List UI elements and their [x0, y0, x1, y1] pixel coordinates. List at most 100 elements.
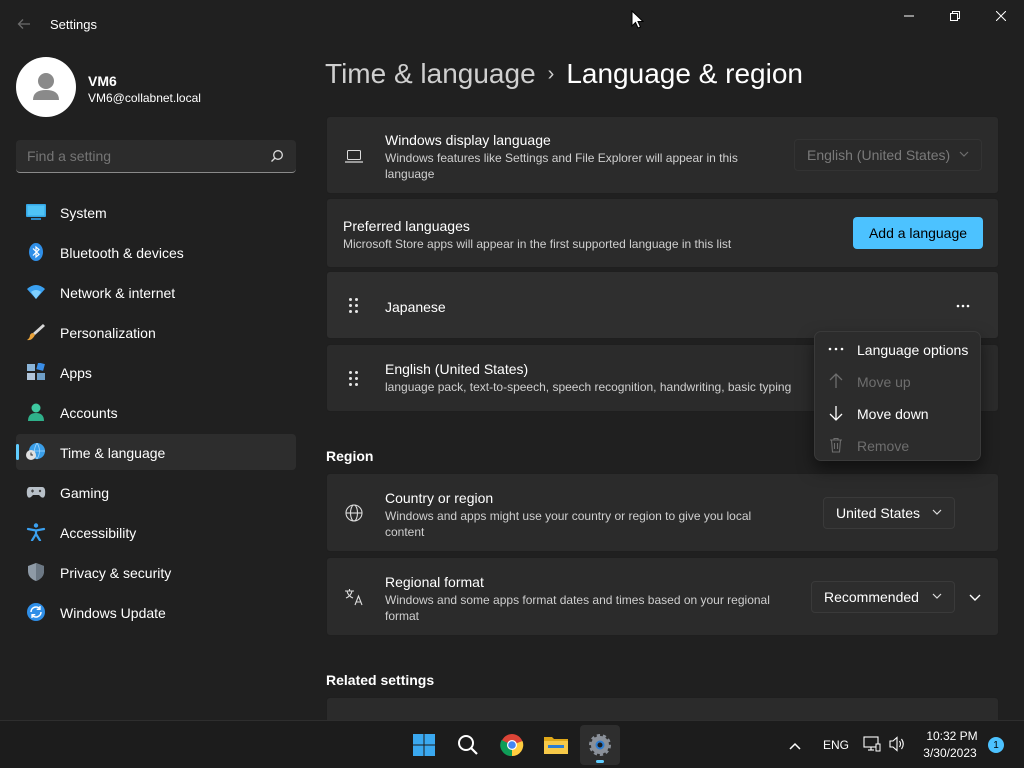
- sidebar-item-label: System: [60, 205, 107, 221]
- brush-icon: [27, 324, 45, 341]
- sidebar-item-personalization[interactable]: Personalization: [16, 314, 296, 350]
- sidebar-item-time-language[interactable]: Time & language: [16, 434, 296, 470]
- arrow-up-icon: [829, 373, 843, 388]
- drag-handle-icon[interactable]: [349, 371, 361, 386]
- breadcrumb-parent[interactable]: Time & language: [325, 58, 536, 89]
- maximize-button[interactable]: [932, 0, 978, 32]
- menu-item-label: Language options: [857, 342, 969, 358]
- menu-item-language-options[interactable]: Language options: [815, 333, 980, 365]
- preferred-languages-card: Preferred languages Microsoft Store apps…: [326, 198, 999, 268]
- input-language-indicator[interactable]: ENG: [823, 738, 849, 752]
- country-region-desc: Windows and apps might use your country …: [385, 509, 752, 523]
- system-icon: [26, 204, 46, 220]
- sidebar-item-network[interactable]: Network & internet: [16, 274, 296, 310]
- country-region-desc-2: content: [385, 525, 425, 539]
- close-button[interactable]: [978, 0, 1024, 32]
- region-heading: Region: [326, 448, 374, 464]
- sidebar-item-label: Bluetooth & devices: [60, 245, 184, 261]
- drag-handle-icon[interactable]: [349, 298, 361, 313]
- notification-badge[interactable]: 1: [988, 737, 1004, 753]
- bluetooth-icon: [29, 243, 43, 261]
- sidebar-item-apps[interactable]: Apps: [16, 354, 296, 390]
- minimize-button[interactable]: [886, 0, 932, 32]
- clock-time[interactable]: 10:32 PM: [922, 729, 982, 743]
- display-language-value: English (United States): [807, 147, 951, 163]
- globe-icon: [345, 504, 363, 522]
- menu-item-move-down[interactable]: Move down: [815, 397, 980, 429]
- display-language-desc-2: language: [385, 167, 435, 181]
- menu-item-label: Move up: [857, 374, 911, 390]
- gamepad-icon: [26, 487, 46, 498]
- sidebar-item-gaming[interactable]: Gaming: [16, 474, 296, 510]
- regional-format-card[interactable]: Regional format Windows and some apps fo…: [326, 557, 999, 636]
- sidebar-item-label: Accessibility: [60, 525, 137, 541]
- chevron-down-icon: [959, 151, 969, 157]
- expand-button[interactable]: [963, 585, 987, 609]
- sidebar-item-label: Network & internet: [60, 285, 176, 301]
- folder-icon: [544, 737, 568, 754]
- wifi-icon: [27, 285, 45, 299]
- start-button[interactable]: [404, 725, 444, 765]
- menu-item-move-up: Move up: [815, 365, 980, 397]
- country-region-card: Country or region Windows and apps might…: [326, 473, 999, 552]
- avatar[interactable]: [16, 57, 76, 117]
- sidebar-item-label: Apps: [60, 365, 92, 381]
- sidebar-item-privacy[interactable]: Privacy & security: [16, 554, 296, 590]
- taskbar-chrome[interactable]: [492, 725, 532, 765]
- back-button[interactable]: [8, 8, 40, 40]
- sidebar-item-label: Gaming: [60, 485, 110, 501]
- country-region-dropdown[interactable]: United States: [823, 497, 955, 529]
- profile-name: VM6: [88, 73, 117, 89]
- sidebar-item-label: Windows Update: [60, 605, 166, 621]
- minimize-icon: [904, 15, 914, 17]
- laptop-icon: [345, 150, 363, 163]
- monitor-network-icon: [863, 736, 881, 752]
- gear-icon: [589, 734, 611, 756]
- taskbar-file-explorer[interactable]: [536, 725, 576, 765]
- close-icon: [996, 11, 1006, 21]
- chevron-down-icon: [932, 509, 942, 515]
- trash-icon: [830, 437, 842, 453]
- menu-item-remove: Remove: [815, 429, 980, 461]
- chevron-down-icon: [969, 594, 981, 601]
- back-arrow-icon: [17, 19, 30, 29]
- taskbar-settings[interactable]: [580, 725, 620, 765]
- sidebar-item-label: Privacy & security: [60, 565, 172, 581]
- app-title: Settings: [50, 17, 97, 32]
- sidebar-item-label: Time & language: [60, 445, 166, 461]
- clock-date[interactable]: 3/30/2023: [918, 746, 982, 760]
- display-language-title: Windows display language: [385, 132, 551, 148]
- search-input[interactable]: [27, 148, 257, 164]
- regional-format-value: Recommended: [824, 589, 919, 605]
- related-settings-heading: Related settings: [326, 672, 435, 688]
- search-icon: [458, 735, 478, 755]
- sidebar-item-bluetooth[interactable]: Bluetooth & devices: [16, 234, 296, 270]
- apps-icon: [27, 363, 45, 380]
- sidebar-item-system[interactable]: System: [16, 194, 296, 230]
- volume-icon[interactable]: [888, 736, 906, 755]
- sidebar-item-windows-update[interactable]: Windows Update: [16, 594, 296, 630]
- add-language-button[interactable]: Add a language: [853, 217, 983, 249]
- person-icon: [28, 403, 44, 421]
- taskbar-search-button[interactable]: [448, 725, 488, 765]
- language-name: Japanese: [385, 299, 446, 315]
- regional-format-dropdown[interactable]: Recommended: [811, 581, 955, 613]
- tray-overflow-button[interactable]: [788, 738, 802, 754]
- more-options-button[interactable]: [947, 292, 979, 320]
- sidebar-item-accessibility[interactable]: Accessibility: [16, 514, 296, 550]
- breadcrumb: Time & language › Language & region: [325, 58, 803, 90]
- search-icon[interactable]: [270, 149, 284, 163]
- country-region-value: United States: [836, 505, 921, 521]
- language-name: English (United States): [385, 361, 529, 377]
- preferred-languages-desc: Microsoft Store apps will appear in the …: [343, 237, 732, 251]
- language-row-japanese[interactable]: Japanese: [326, 271, 999, 339]
- restore-icon: [950, 11, 960, 21]
- globe-clock-icon: [26, 443, 45, 460]
- preferred-languages-title: Preferred languages: [343, 218, 470, 234]
- search-box[interactable]: [16, 140, 296, 173]
- network-icon[interactable]: [863, 736, 881, 755]
- display-language-card: Windows display language Windows feature…: [326, 116, 999, 194]
- chrome-icon: [500, 734, 524, 757]
- sidebar-item-accounts[interactable]: Accounts: [16, 394, 296, 430]
- sidebar-nav: System Bluetooth & devices Network & int…: [16, 194, 296, 634]
